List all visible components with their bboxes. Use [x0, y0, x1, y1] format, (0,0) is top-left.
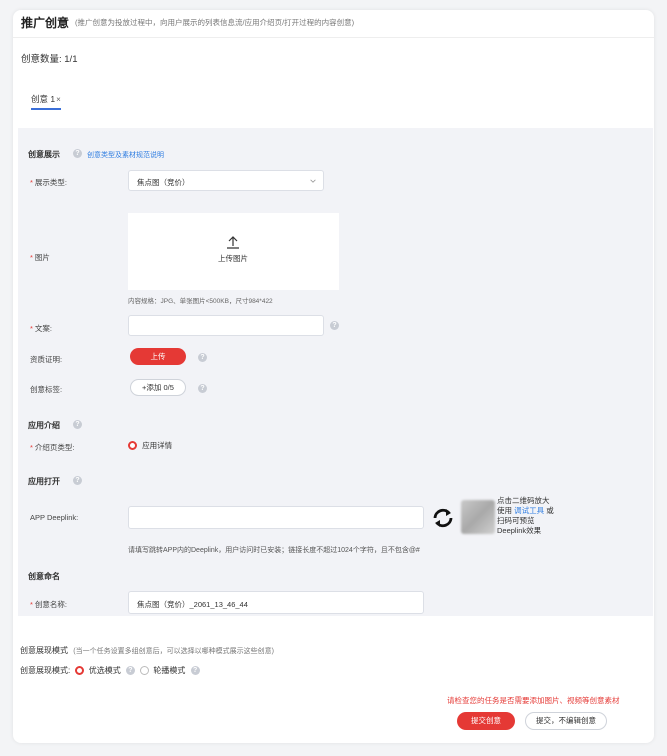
app-open-section-title: 应用打开: [28, 477, 60, 486]
copy-label: * 文案:: [30, 324, 53, 333]
divider: [13, 37, 654, 38]
display-mode-label: 创意展现模式:: [20, 666, 71, 675]
app-intro-section-title: 应用介绍: [28, 421, 60, 430]
add-tag-button[interactable]: +添加 0/5: [130, 379, 186, 396]
creative-name-value: 焦点图（竞价）_2061_13_46_44: [137, 600, 248, 609]
chevron-down-icon: [310, 179, 316, 183]
tab-creative-1[interactable]: 创意 1×: [31, 93, 61, 110]
section-title: 推广创意: [21, 16, 70, 30]
intro-page-type-label: * 介绍页类型:: [30, 443, 75, 452]
upload-button[interactable]: 上传: [130, 348, 186, 365]
help-icon[interactable]: ?: [73, 476, 82, 485]
display-mode-title: 创意展现模式: [20, 646, 68, 655]
display-type-label: * 展示类型:: [30, 178, 68, 187]
radio-label: 应用详情: [142, 441, 173, 450]
submit-creative-button[interactable]: 提交创意: [457, 712, 515, 730]
creative-name-label: * 创意名称:: [30, 600, 68, 609]
deeplink-input[interactable]: [128, 506, 424, 529]
upload-image-text: 上传图片: [218, 254, 248, 263]
help-icon[interactable]: ?: [198, 384, 207, 393]
display-mode-row: 创意展现模式: 优选模式 ? 轮播模式 ?: [20, 665, 200, 676]
tags-label: 创意标签:: [30, 385, 63, 394]
display-mode-header: 创意展现模式 (当一个任务设置多组创意后，可以选择以哪种模式展示这些创意): [20, 645, 274, 656]
creative-form-panel: 创意展示 ? 创意类型及素材规范说明 * 展示类型: 焦点图（竞价） * 图片 上传…: [18, 128, 653, 616]
section-subtitle: (推广创意为投放过程中，向用户展示的列表信息流/应用介绍页/打开过程的内容创意): [75, 18, 355, 27]
material-warning: 请检查您的任务是否需要添加图片、视频等创意素材: [447, 696, 620, 705]
qr-code-image[interactable]: [461, 500, 495, 534]
deeplink-label: APP Deeplink:: [30, 513, 79, 522]
radio-selected-icon: [128, 441, 137, 450]
naming-section-title: 创意命名: [28, 572, 60, 581]
help-icon[interactable]: ?: [73, 149, 82, 158]
upload-icon: [227, 236, 239, 249]
display-mode-subtitle: (当一个任务设置多组创意后，可以选择以哪种模式展示这些创意): [73, 648, 274, 655]
help-icon[interactable]: ?: [330, 321, 339, 330]
radio-unselected-icon[interactable]: [140, 666, 150, 676]
image-spec-hint: 内容规格：JPG、单张图片<500KB，尺寸984*422: [128, 298, 273, 305]
option-optimal-mode[interactable]: 优选模式: [89, 666, 121, 675]
display-type-select[interactable]: 焦点图（竞价）: [128, 170, 324, 191]
spec-help-link[interactable]: 创意类型及素材规范说明: [87, 150, 164, 160]
debug-tool-link[interactable]: 调试工具: [514, 506, 544, 515]
submit-no-edit-button[interactable]: 提交，不编辑创意: [525, 712, 607, 730]
option-carousel-mode[interactable]: 轮播模式: [153, 666, 185, 675]
qualification-label: 资质证明:: [30, 355, 63, 364]
image-upload-box[interactable]: 上传图片: [128, 213, 339, 290]
refresh-icon[interactable]: [430, 505, 456, 531]
creative-name-input[interactable]: 焦点图（竞价）_2061_13_46_44: [128, 591, 424, 614]
help-icon[interactable]: ?: [73, 420, 82, 429]
help-icon[interactable]: ?: [198, 353, 207, 362]
qr-preview-text: 点击二维码放大 使用 调试工具 或扫码可预览Deeplink效果: [497, 496, 554, 535]
creative-count: 创意数量: 1/1: [21, 54, 78, 65]
tab-label: 创意 1: [31, 94, 56, 104]
help-icon[interactable]: ?: [190, 666, 200, 676]
radio-selected-icon[interactable]: [75, 666, 85, 676]
help-icon[interactable]: ?: [125, 666, 135, 676]
image-label: * 图片: [30, 253, 50, 262]
display-type-value: 焦点图（竞价）: [137, 178, 190, 187]
deeplink-hint: 请填写跳转APP内的Deeplink，用户访问时已安装；链接长度不超过1024个…: [128, 547, 420, 554]
display-section-title: 创意展示: [28, 150, 60, 159]
close-icon[interactable]: ×: [56, 95, 61, 104]
copy-input[interactable]: [128, 315, 324, 336]
creative-card: 推广创意 (推广创意为投放过程中，向用户展示的列表信息流/应用介绍页/打开过程的…: [13, 10, 654, 743]
intro-page-type-radio[interactable]: 应用详情: [128, 440, 172, 451]
